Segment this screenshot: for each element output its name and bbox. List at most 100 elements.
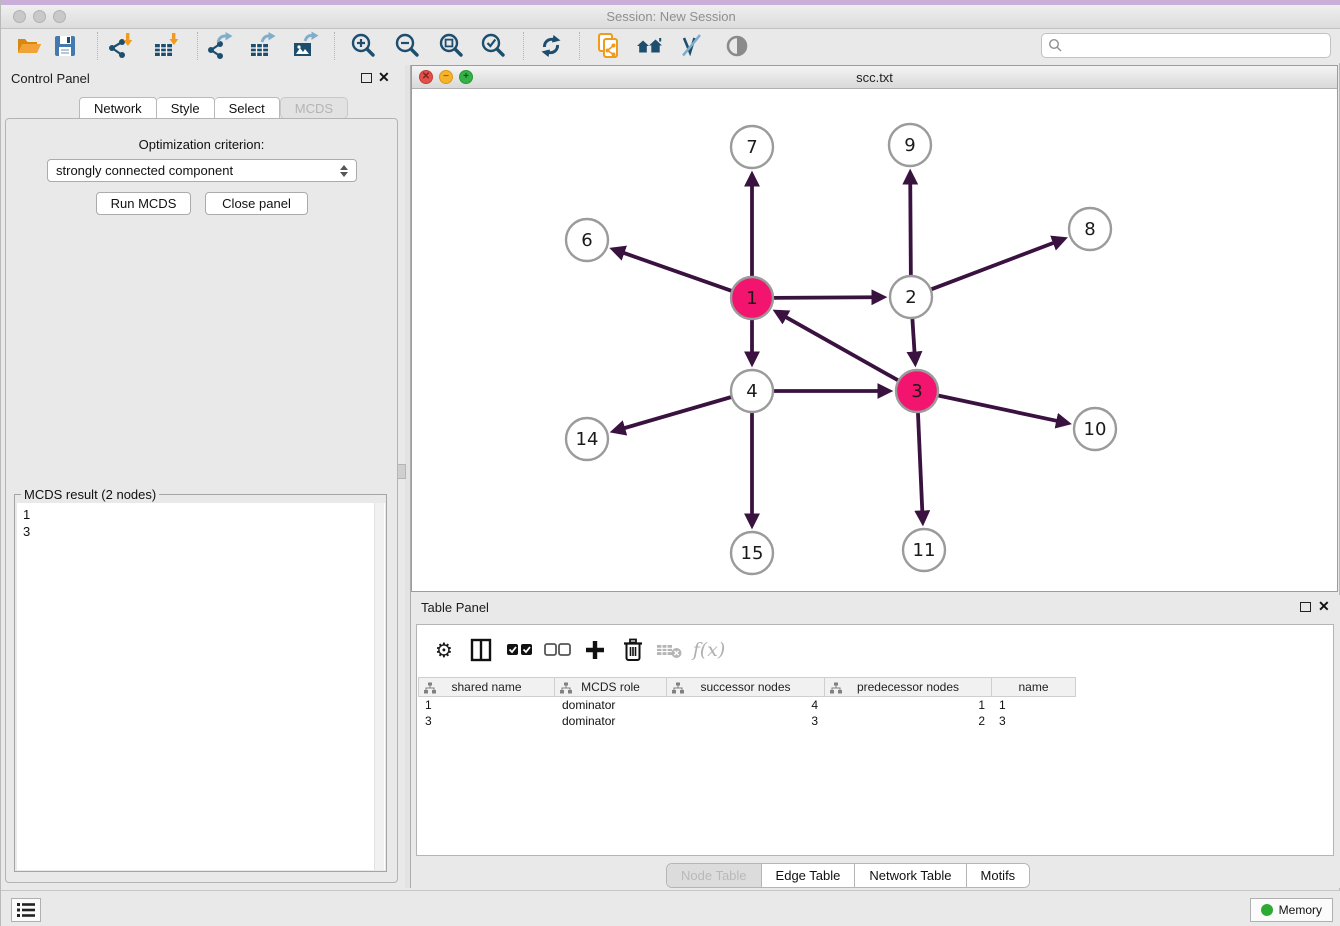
table-cell[interactable]: dominator xyxy=(555,713,667,729)
table-cell[interactable]: 1 xyxy=(992,697,1076,713)
table-tab-node-table[interactable]: Node Table xyxy=(667,864,761,887)
graph-edge-3-1[interactable] xyxy=(785,317,899,381)
graph-edge-2-9[interactable] xyxy=(910,183,911,276)
save-session-button[interactable] xyxy=(49,30,81,62)
dropdown-value: strongly connected component xyxy=(56,163,233,178)
result-scrollbar[interactable] xyxy=(374,503,384,870)
graph-node-label-8: 8 xyxy=(1084,219,1095,240)
table-tab-network-table[interactable]: Network Table xyxy=(854,864,965,887)
status-bar: Memory xyxy=(1,890,1340,926)
refresh-button[interactable] xyxy=(535,30,567,62)
graph-node-label-9: 9 xyxy=(904,135,915,156)
open-session-button[interactable] xyxy=(13,30,45,62)
table-cell[interactable]: dominator xyxy=(555,697,667,713)
first-neighbors-button[interactable] xyxy=(634,30,666,62)
graph-edge-1-2[interactable] xyxy=(773,297,873,298)
network-view-frame: ✕ − + scc.txt 7968124314101511 xyxy=(411,65,1338,592)
table-row[interactable]: 1dominator411 xyxy=(418,697,1076,713)
control-tab-network[interactable]: Network xyxy=(79,97,157,119)
clone-network-button[interactable] xyxy=(593,30,625,62)
toolbar-separator xyxy=(97,32,98,60)
graph-edge-3-11[interactable] xyxy=(918,412,922,512)
float-panel-icon[interactable] xyxy=(361,73,372,83)
export-network-icon xyxy=(205,31,235,61)
control-panel-tabs: NetworkStyleSelectMCDS xyxy=(79,97,348,119)
control-tab-style[interactable]: Style xyxy=(157,97,215,119)
split-columns-button[interactable] xyxy=(466,635,496,665)
node-table-container: ⚙ xyxy=(416,624,1334,856)
import-network-button[interactable] xyxy=(105,30,137,62)
show-hide-details-button[interactable] xyxy=(721,30,753,62)
export-network-button[interactable] xyxy=(204,30,236,62)
task-history-button[interactable] xyxy=(11,898,41,922)
create-column-button[interactable] xyxy=(580,635,610,665)
column-header-MCDS-role[interactable]: MCDS role xyxy=(555,677,667,697)
attribute-type-icon xyxy=(672,682,684,697)
table-header-row: shared nameMCDS rolesuccessor nodesprede… xyxy=(418,677,1076,697)
close-table-panel-icon[interactable]: ✕ xyxy=(1318,598,1330,615)
table-row[interactable]: 3dominator323 xyxy=(418,713,1076,729)
graph-edge-2-3[interactable] xyxy=(912,318,914,353)
mcds-tab-content: Optimization criterion: strongly connect… xyxy=(5,118,398,883)
vizmap-brush-icon xyxy=(677,31,707,61)
vizmap-button[interactable] xyxy=(676,30,708,62)
table-cell[interactable]: 1 xyxy=(418,697,555,713)
toolbar-separator xyxy=(523,32,524,60)
delete-column-button[interactable] xyxy=(618,635,648,665)
graph-edge-2-8[interactable] xyxy=(931,242,1055,289)
graph-node-label-3: 3 xyxy=(911,381,922,402)
zoom-fit-button[interactable] xyxy=(436,30,468,62)
table-tab-motifs[interactable]: Motifs xyxy=(966,864,1030,887)
search-field[interactable] xyxy=(1041,33,1331,58)
zoom-selected-button[interactable] xyxy=(478,30,510,62)
column-header-successor-nodes[interactable]: successor nodes xyxy=(667,677,825,697)
memory-button[interactable]: Memory xyxy=(1250,898,1333,922)
zoom-selected-icon xyxy=(479,31,509,61)
close-panel-icon[interactable]: ✕ xyxy=(378,69,390,86)
column-header-name[interactable]: name xyxy=(992,677,1076,697)
table-cell[interactable]: 1 xyxy=(825,697,992,713)
gear-icon: ⚙ xyxy=(435,638,453,662)
graph-edge-1-6[interactable] xyxy=(623,253,732,291)
control-tab-select[interactable]: Select xyxy=(215,97,280,119)
column-header-shared-name[interactable]: shared name xyxy=(418,677,555,697)
optimization-criterion-label: Optimization criterion: xyxy=(6,137,397,152)
table-panel: Table Panel ✕ ⚙ xyxy=(411,595,1340,888)
graph-node-label-6: 6 xyxy=(581,230,592,251)
table-cell[interactable]: 2 xyxy=(825,713,992,729)
function-builder-button[interactable]: f(x) xyxy=(694,635,724,665)
table-cell[interactable]: 3 xyxy=(418,713,555,729)
float-table-panel-icon[interactable] xyxy=(1300,602,1311,612)
split-pane-icon xyxy=(468,637,494,663)
plus-icon xyxy=(582,637,608,663)
control-tab-mcds[interactable]: MCDS xyxy=(280,97,348,119)
network-frame-titlebar[interactable]: ✕ − + scc.txt xyxy=(412,66,1337,89)
import-table-button[interactable] xyxy=(150,30,182,62)
search-input[interactable] xyxy=(1067,39,1330,53)
table-cell[interactable]: 4 xyxy=(667,697,825,713)
export-table-button[interactable] xyxy=(247,30,279,62)
zoom-in-button[interactable] xyxy=(348,30,380,62)
export-image-button[interactable] xyxy=(290,30,322,62)
graph-edge-4-14[interactable] xyxy=(623,397,731,429)
zoom-fit-icon xyxy=(437,31,467,61)
run-mcds-button[interactable]: Run MCDS xyxy=(96,192,191,215)
zoom-out-icon xyxy=(393,31,423,61)
table-tab-edge-table[interactable]: Edge Table xyxy=(761,864,855,887)
mcds-result-text[interactable]: 1 3 xyxy=(17,503,385,870)
table-settings-button[interactable]: ⚙ xyxy=(429,635,459,665)
main-toolbar xyxy=(1,29,1340,63)
table-cell[interactable]: 3 xyxy=(667,713,825,729)
graph-edge-3-10[interactable] xyxy=(938,395,1058,421)
column-header-predecessor-nodes[interactable]: predecessor nodes xyxy=(825,677,992,697)
optimization-criterion-select[interactable]: strongly connected component xyxy=(47,159,357,182)
close-panel-button[interactable]: Close panel xyxy=(205,192,308,215)
network-canvas[interactable]: 7968124314101511 xyxy=(412,89,1337,591)
zoom-out-button[interactable] xyxy=(392,30,424,62)
import-network-icon xyxy=(106,31,136,61)
deselect-all-columns-button[interactable] xyxy=(543,635,573,665)
delete-table-button[interactable] xyxy=(655,635,685,665)
select-all-columns-button[interactable] xyxy=(505,635,535,665)
split-divider-handle[interactable] xyxy=(397,464,406,479)
table-cell[interactable]: 3 xyxy=(992,713,1076,729)
